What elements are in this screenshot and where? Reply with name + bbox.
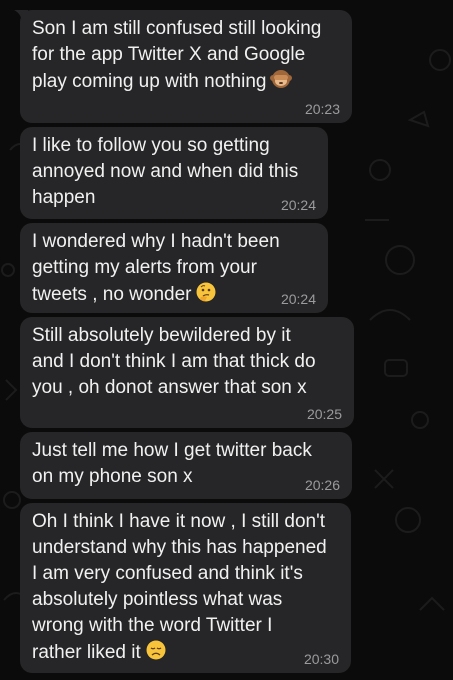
- message-bubble[interactable]: I wondered why I hadn't been getting my …: [20, 223, 328, 313]
- message-timestamp: 20:26: [304, 477, 340, 493]
- message-text: Just tell me how I get twitter back on m…: [32, 440, 312, 487]
- message-timestamp: 20:25: [306, 406, 342, 422]
- message-bubble[interactable]: Son I am still confused still looking fo…: [14, 10, 352, 123]
- message-timestamp: 20:23: [304, 101, 340, 117]
- message-text: Son I am still confused still looking fo…: [32, 18, 322, 92]
- message-list[interactable]: Son I am still confused still looking fo…: [0, 0, 453, 680]
- message-text: Still absolutely bewildered by it and I …: [32, 325, 316, 398]
- message-timestamp: 20:24: [280, 197, 316, 213]
- thinking-face-icon: [196, 282, 216, 302]
- message-timestamp: 20:30: [303, 651, 339, 667]
- message-text: Oh I think I have it now , I still don't…: [32, 511, 327, 663]
- see-no-evil-monkey-icon: [270, 70, 293, 88]
- message-bubble[interactable]: Just tell me how I get twitter back on m…: [20, 432, 352, 499]
- message-text: I wondered why I hadn't been getting my …: [32, 231, 280, 305]
- message-bubble[interactable]: Oh I think I have it now , I still don't…: [20, 503, 351, 673]
- message-text: I like to follow you so getting annoyed …: [32, 135, 299, 208]
- bubble-tail: [14, 10, 28, 24]
- message-timestamp: 20:24: [280, 291, 316, 307]
- disappointed-face-icon: [146, 640, 166, 660]
- message-bubble[interactable]: Still absolutely bewildered by it and I …: [20, 317, 354, 428]
- message-bubble[interactable]: I like to follow you so getting annoyed …: [20, 127, 328, 219]
